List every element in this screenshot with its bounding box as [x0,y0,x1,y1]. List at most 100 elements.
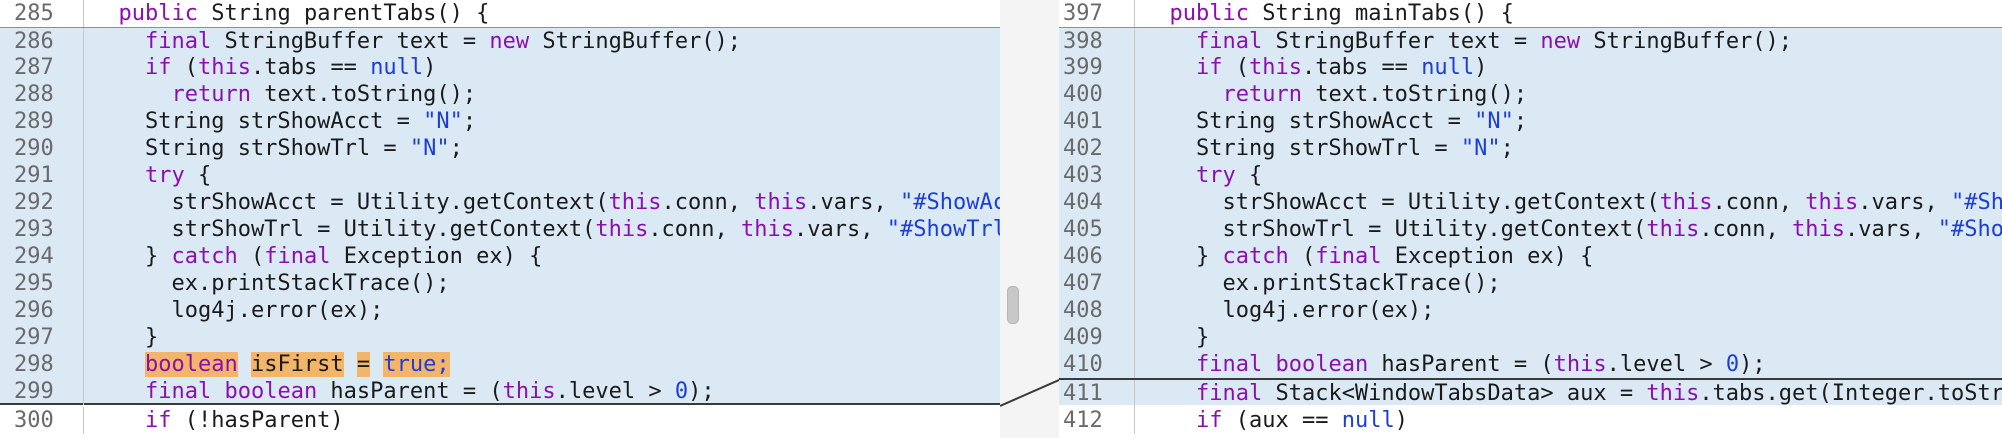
line-number: 411 [1059,380,1135,407]
left-diff-pane[interactable]: 285 public String parentTabs() { 286 fin… [0,0,1000,438]
line-number: 300 [0,407,84,434]
code-text: final StringBuffer text = new StringBuff… [144,29,742,54]
line-number: 298 [0,351,84,378]
code-text: public String mainTabs() { [1169,1,1514,26]
code-text: String strShowTrl = "N"; [1143,136,1514,161]
code-text: } [1143,325,1210,350]
code-text: ex.printStackTrace(); [92,271,450,296]
code-line: 292 strShowAcct = Utility.getContext(thi… [0,189,1000,216]
code-line: 400 return text.toString(); [1059,81,2002,108]
code-text: strShowTrl = Utility.getContext(this.con… [1143,217,2002,242]
code-text: public String parentTabs() { [118,1,490,26]
line-number: 288 [0,81,84,108]
code-text: ex.printStackTrace(); [1143,271,1501,296]
code-line: 397 public String mainTabs() { [1059,0,2002,27]
code-line: 412 if (aux == null) [1059,407,2002,434]
code-line: 401 String strShowAcct = "N"; [1059,108,2002,135]
line-number: 299 [0,378,84,405]
line-number: 409 [1059,324,1135,351]
code-line: 293 strShowTrl = Utility.getContext(this… [0,216,1000,243]
code-text: String strShowAcct = "N"; [1143,109,1528,134]
line-number: 406 [1059,243,1135,270]
code-text: final StringBuffer text = new StringBuff… [1195,29,1793,54]
line-number: 289 [0,108,84,135]
line-number: 401 [1059,108,1135,135]
line-number: 410 [1059,351,1135,378]
code-text: if (this.tabs == null) [144,55,437,80]
line-number: 296 [0,297,84,324]
code-line: 288 return text.toString(); [0,81,1000,108]
code-text: try { [144,163,212,188]
code-line: 297 } [0,324,1000,351]
line-number: 295 [0,270,84,297]
code-line: 410 final boolean hasParent = (this.leve… [1059,351,2002,378]
code-line-added: 298 boolean isFirst = true; [0,351,1000,378]
code-text: } catch (final Exception ex) { [92,244,543,269]
code-line: 294 } catch (final Exception ex) { [0,243,1000,270]
diff-gutter [1000,0,1059,438]
line-number: 293 [0,216,84,243]
code-text: return text.toString(); [171,82,477,107]
code-line: 291 try { [0,162,1000,189]
code-text: return text.toString(); [1222,82,1528,107]
line-number: 407 [1059,270,1135,297]
code-text: try { [1195,163,1263,188]
code-text: } [92,325,159,350]
code-text: String strShowAcct = "N"; [92,109,477,134]
code-line: 398 final StringBuffer text = new String… [1059,27,2002,55]
line-number: 285 [0,0,84,27]
code-text: strShowAcct = Utility.getContext(this.co… [92,190,1000,215]
code-line: 290 String strShowTrl = "N"; [0,135,1000,162]
code-line: 286 final StringBuffer text = new String… [0,27,1000,55]
code-line: 407 ex.printStackTrace(); [1059,270,2002,297]
code-line: 399 if (this.tabs == null) [1059,54,2002,81]
line-number: 403 [1059,162,1135,189]
code-text: } catch (final Exception ex) { [1143,244,1594,269]
line-number: 399 [1059,54,1135,81]
right-diff-pane[interactable]: 397 public String mainTabs() { 398 final… [1059,0,2002,438]
code-text: final boolean hasParent = (this.level > … [1195,352,1766,377]
scrollbar-thumb[interactable] [1007,286,1019,324]
line-number: 297 [0,324,84,351]
code-text: log4j.error(ex); [1143,298,1435,323]
line-number: 412 [1059,407,1135,434]
line-number: 408 [1059,297,1135,324]
code-line: 408 log4j.error(ex); [1059,297,2002,324]
line-number: 290 [0,135,84,162]
code-text: final boolean hasParent = (this.level > … [144,379,715,404]
code-line: 406 } catch (final Exception ex) { [1059,243,2002,270]
line-number: 398 [1059,28,1135,55]
line-number: 400 [1059,81,1135,108]
code-line: 403 try { [1059,162,2002,189]
code-line: 295 ex.printStackTrace(); [0,270,1000,297]
code-line: 299 final boolean hasParent = (this.leve… [0,378,1000,405]
code-text: log4j.error(ex); [92,298,384,323]
code-text: strShowAcct = Utility.getContext(this.co… [1143,190,2002,215]
code-line: 285 public String parentTabs() { [0,0,1000,27]
code-line: 409 } [1059,324,2002,351]
code-text: String strShowTrl = "N"; [92,136,463,161]
line-number: 397 [1059,0,1135,27]
line-number: 286 [0,28,84,55]
code-line: 411 final Stack<WindowTabsData> aux = th… [1059,378,2002,407]
code-line: 300 if (!hasParent) [0,407,1000,434]
line-number: 287 [0,54,84,81]
line-number: 291 [0,162,84,189]
line-number: 292 [0,189,84,216]
line-number: 294 [0,243,84,270]
line-number: 405 [1059,216,1135,243]
line-number: 404 [1059,189,1135,216]
code-line: 404 strShowAcct = Utility.getContext(thi… [1059,189,2002,216]
code-text: strShowTrl = Utility.getContext(this.con… [92,217,1000,242]
code-text: if (!hasParent) [144,408,344,433]
code-text: if (aux == null) [1195,408,1408,433]
line-number: 402 [1059,135,1135,162]
diff-connector-icon [1000,379,1059,407]
code-line: 289 String strShowAcct = "N"; [0,108,1000,135]
code-text: boolean isFirst = true; [144,352,450,377]
code-line: 296 log4j.error(ex); [0,297,1000,324]
code-text: if (this.tabs == null) [1195,55,1488,80]
code-line: 402 String strShowTrl = "N"; [1059,135,2002,162]
code-text: final Stack<WindowTabsData> aux = this.t… [1195,381,2002,406]
code-line: 405 strShowTrl = Utility.getContext(this… [1059,216,2002,243]
